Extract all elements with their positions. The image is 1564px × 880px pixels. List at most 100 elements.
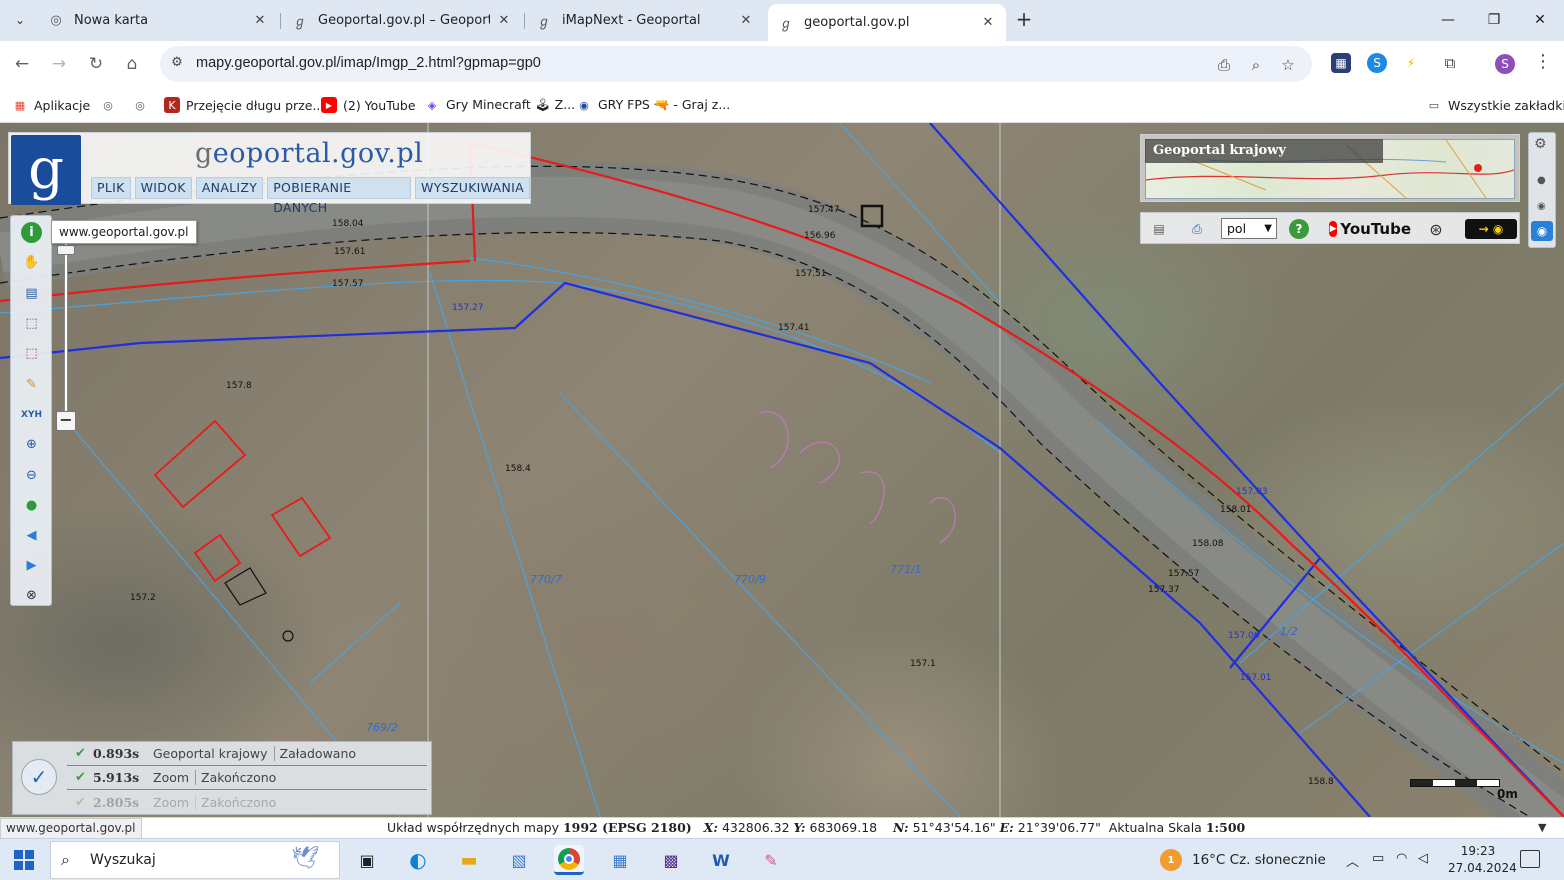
taskbar-clock[interactable]: 19:23 27.04.2024 bbox=[1448, 843, 1517, 877]
forward-button[interactable]: → bbox=[47, 52, 71, 76]
photos-app-icon[interactable]: ▧ bbox=[504, 845, 534, 875]
task-view-icon[interactable]: ▣ bbox=[352, 845, 382, 875]
menu-pobieranie-danych[interactable]: POBIERANIE DANYCH bbox=[267, 177, 412, 215]
bookmark-globe-2[interactable]: ◎ bbox=[132, 95, 154, 115]
bookmark-przejecie[interactable]: K Przejęcie długu prze... bbox=[164, 95, 324, 115]
info-icon[interactable]: i bbox=[21, 222, 42, 243]
help-icon[interactable]: ? bbox=[1289, 219, 1309, 239]
battery-icon[interactable]: ▭ bbox=[1372, 851, 1384, 866]
layer-eye-small-icon[interactable]: ◉ bbox=[1537, 201, 1546, 212]
url-text[interactable]: mapy.geoportal.gov.pl/imap/Imgp_2.html?g… bbox=[196, 55, 541, 71]
print-icon[interactable]: ⎙ bbox=[1185, 219, 1209, 239]
settings-gear-icon[interactable]: ⚙ bbox=[1534, 136, 1547, 152]
zoom-knob[interactable] bbox=[57, 245, 75, 255]
new-tab-button[interactable]: + bbox=[1012, 8, 1036, 32]
windows-start-icon[interactable] bbox=[14, 850, 34, 870]
bookmark-youtube[interactable]: ▶ (2) YouTube bbox=[321, 95, 416, 115]
checkmark-icon[interactable]: ✓ bbox=[21, 759, 57, 795]
zoom-minus-button[interactable]: − bbox=[56, 411, 76, 431]
chrome-browser-icon[interactable] bbox=[554, 845, 584, 875]
contrast-toggle-icon[interactable]: → ◉ bbox=[1465, 219, 1517, 239]
menu-wyszukiwania[interactable]: WYSZUKIWANIA bbox=[415, 177, 530, 199]
map-elevation-label: 158.08 bbox=[1192, 539, 1224, 549]
menu-plik[interactable]: PLIK bbox=[91, 177, 131, 199]
extension-icon[interactable]: ▦ bbox=[1331, 53, 1351, 73]
volume-icon[interactable]: ◁ bbox=[1418, 851, 1428, 866]
zoom-out-icon[interactable]: ⊖ bbox=[21, 465, 42, 486]
draw-pencil-icon[interactable]: ✎ bbox=[21, 374, 42, 395]
target-icon: ◉ bbox=[579, 98, 589, 112]
close-icon[interactable]: ✕ bbox=[738, 13, 754, 28]
notification-icon[interactable] bbox=[1520, 850, 1540, 868]
bookmark-star-icon[interactable]: ☆ bbox=[1278, 55, 1298, 75]
calculator-icon[interactable]: ▦ bbox=[605, 845, 635, 875]
language-select[interactable]: pol ▼ bbox=[1221, 218, 1277, 239]
restore-button[interactable]: ❐ bbox=[1482, 8, 1506, 32]
menu-analizy[interactable]: ANALIZY bbox=[195, 177, 264, 199]
media-app-icon[interactable]: ▩ bbox=[656, 845, 686, 875]
paint-app-icon[interactable]: ✎ bbox=[756, 845, 786, 875]
bookmark-gry-fps[interactable]: ◉ GRY FPS 🔫 - Graj z... bbox=[576, 95, 730, 115]
site-info-icon[interactable]: ⚙ bbox=[168, 55, 186, 73]
clear-selection-icon[interactable]: ⬚ bbox=[21, 343, 42, 364]
layer-dot-icon[interactable]: ● bbox=[1537, 175, 1546, 186]
address-bar[interactable]: ⚙ mapy.geoportal.gov.pl/imap/Imgp_2.html… bbox=[160, 46, 1312, 82]
zoom-in-icon[interactable]: ⊕ bbox=[21, 434, 42, 455]
select-area-icon[interactable]: ⬚ bbox=[21, 313, 42, 334]
help-lifebuoy-icon[interactable]: ⊗ bbox=[21, 585, 42, 606]
chevron-down-icon[interactable]: ▼ bbox=[1538, 821, 1546, 834]
tab-geoportal-ir[interactable]: ℊ Geoportal.gov.pl – Geoportal Ir ✕ bbox=[282, 6, 522, 35]
chevron-down-icon: ▼ bbox=[1264, 223, 1272, 234]
tab-imapnext[interactable]: ℊ iMapNext - Geoportal ✕ bbox=[526, 6, 764, 35]
reload-button[interactable]: ↻ bbox=[84, 52, 108, 76]
menu-kebab-icon[interactable]: ⋮ bbox=[1534, 52, 1552, 74]
tab-geoportal-active[interactable]: ℊ geoportal.gov.pl ✕ bbox=[768, 4, 1006, 41]
close-icon[interactable]: ✕ bbox=[496, 13, 512, 28]
close-icon[interactable]: ✕ bbox=[252, 13, 268, 28]
previous-view-arrow-icon[interactable]: ◀ bbox=[21, 525, 42, 546]
bookmark-minecraft[interactable]: ◈ Gry Minecraft 🕹 Z... bbox=[424, 95, 575, 115]
word-icon[interactable]: W bbox=[706, 845, 736, 875]
zoom-slider[interactable]: − bbox=[56, 215, 76, 433]
install-app-icon[interactable]: ⎙ bbox=[1214, 55, 1234, 75]
weather-widget[interactable]: 1 16°C Cz. słonecznie bbox=[1160, 849, 1326, 871]
accessibility-icon[interactable]: ⊛ bbox=[1425, 219, 1447, 239]
map-elevation-label: 158.4 bbox=[505, 464, 531, 474]
taskbar-search[interactable]: ⌕ Wyszukaj 🕊 bbox=[50, 841, 340, 879]
zoom-icon[interactable]: ⌕ bbox=[1246, 55, 1266, 75]
profile-avatar[interactable]: S bbox=[1495, 54, 1515, 74]
list-icon[interactable]: ▤ bbox=[1149, 219, 1169, 239]
map-viewport[interactable]: 769/2 770/7 770/9 771/1 1/2 158.04 157.6… bbox=[0, 123, 1564, 817]
map-elevation-label: 157.27 bbox=[452, 303, 484, 313]
all-bookmarks[interactable]: ▭ Wszystkie zakładki bbox=[1426, 95, 1564, 115]
legend-icon[interactable]: ▤ bbox=[21, 283, 42, 304]
bookmark-globe-1[interactable]: ◎ bbox=[100, 95, 122, 115]
tab-search-button[interactable]: ⌄ bbox=[7, 7, 33, 33]
extensions-puzzle-icon[interactable]: ⧉ bbox=[1440, 53, 1460, 73]
shazam-extension-icon[interactable]: S bbox=[1367, 53, 1387, 73]
geoportal-logo[interactable]: g bbox=[11, 135, 81, 205]
menu-widok[interactable]: WIDOK bbox=[134, 177, 192, 199]
close-window-button[interactable]: ✕ bbox=[1528, 8, 1552, 32]
home-button[interactable]: ⌂ bbox=[120, 52, 144, 76]
close-icon[interactable]: ✕ bbox=[980, 15, 996, 30]
tab-new-tab[interactable]: ◎ Nowa karta ✕ bbox=[38, 6, 278, 35]
globe-full-extent-icon[interactable]: ● bbox=[21, 495, 42, 516]
edge-browser-icon[interactable]: ◐ bbox=[403, 845, 433, 875]
next-view-arrow-icon[interactable]: ▶ bbox=[21, 555, 42, 576]
bookmark-apps[interactable]: ▦ Aplikacje bbox=[12, 95, 90, 115]
overview-map-panel[interactable]: Geoportal krajowy bbox=[1140, 134, 1520, 202]
file-explorer-icon[interactable]: ▬ bbox=[454, 845, 484, 875]
minimize-button[interactable]: — bbox=[1436, 8, 1460, 32]
youtube-link[interactable]: ▶ YouTube bbox=[1329, 219, 1411, 239]
back-button[interactable]: ← bbox=[10, 52, 34, 76]
chevron-up-icon[interactable]: ︿ bbox=[1346, 851, 1359, 870]
pan-hand-icon[interactable]: ✋ bbox=[21, 252, 42, 273]
eye-visibility-icon[interactable]: ◉ bbox=[1531, 221, 1553, 241]
wifi-icon[interactable]: ◠ bbox=[1396, 851, 1407, 866]
check-icon: ✔ bbox=[75, 770, 86, 785]
zoom-track[interactable] bbox=[64, 227, 68, 417]
lightning-extension-icon[interactable]: ⚡ bbox=[1401, 53, 1421, 73]
xyh-coordinates-icon[interactable]: XYH bbox=[21, 404, 42, 425]
browser-toolbar: ← → ↻ ⌂ ⚙ mapy.geoportal.gov.pl/imap/Img… bbox=[0, 41, 1564, 87]
